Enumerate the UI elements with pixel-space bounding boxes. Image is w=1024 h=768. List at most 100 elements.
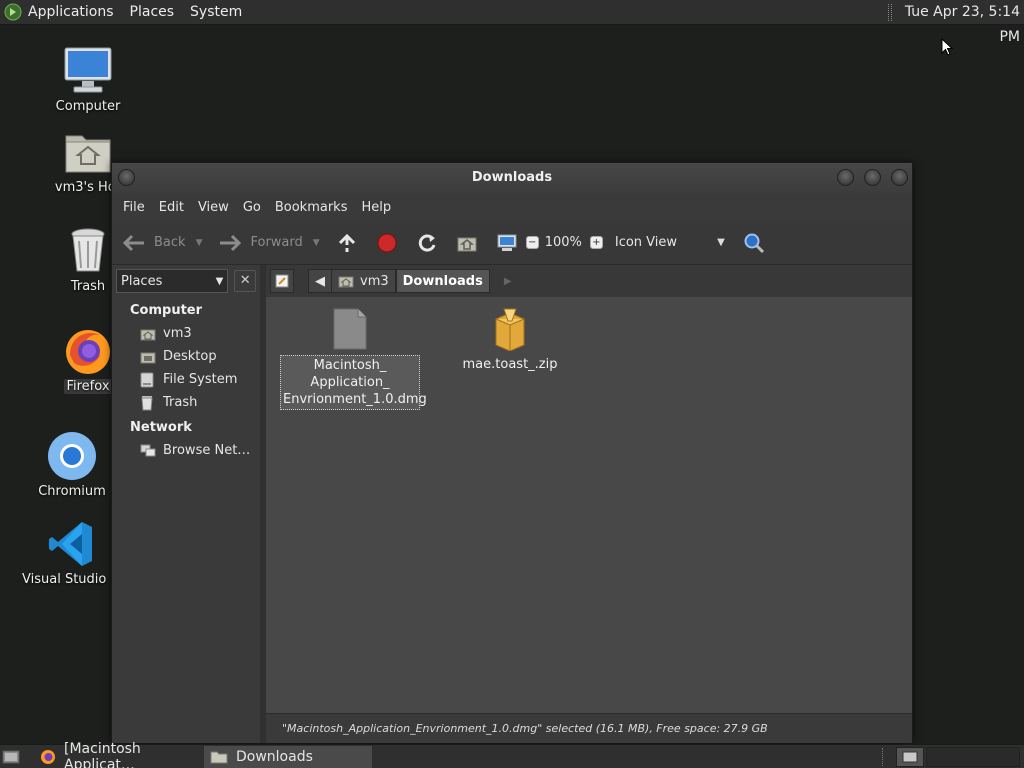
home-button[interactable]	[456, 232, 478, 254]
file-item-zip[interactable]: mae.toast_.zip	[440, 307, 580, 374]
path-button-vm3[interactable]: vm3	[331, 269, 396, 293]
desktop-icon-label: Computer	[55, 99, 121, 114]
firefox-icon	[40, 749, 56, 765]
zoom-out-button[interactable]: −	[525, 236, 539, 249]
computer-button[interactable]	[496, 232, 518, 254]
file-item-dmg[interactable]: Macintosh_ Application_ Envrionment_1.0.…	[280, 307, 427, 410]
system-menu[interactable]: System	[182, 0, 250, 25]
vscode-icon	[46, 518, 98, 570]
desktop-icon-label: Visual Studio Co	[22, 572, 122, 587]
sidebar-item-label: Browse Net…	[163, 443, 251, 458]
computer-icon	[497, 234, 517, 251]
back-history-dropdown-icon[interactable]: ▼	[196, 238, 203, 248]
panel-separator	[888, 4, 892, 21]
folder-icon	[210, 750, 228, 764]
desktop-icon-chromium[interactable]: Chromium	[22, 430, 122, 499]
window-titlebar[interactable]: Downloads	[112, 163, 912, 193]
toolbar: Back ▼ Forward ▼ − 100% + Icon View ▼	[112, 221, 912, 265]
forward-button[interactable]: Forward ▼	[218, 234, 320, 252]
sidebar-close-button[interactable]: ✕	[234, 270, 256, 292]
panel-separator	[882, 748, 885, 766]
places-menu[interactable]: Places	[122, 0, 183, 25]
desktop-icon-label: Chromium	[38, 484, 106, 499]
file-icon-view[interactable]: Macintosh_ Application_ Envrionment_1.0.…	[266, 297, 912, 721]
desktop-icon-computer[interactable]: Computer	[38, 45, 138, 114]
arrow-left-icon	[122, 234, 144, 251]
home-folder-icon	[338, 276, 354, 288]
toggle-location-entry-button[interactable]	[270, 269, 294, 293]
file-name: mae.toast_.zip	[462, 357, 558, 372]
menu-bookmarks[interactable]: Bookmarks	[268, 200, 355, 215]
close-button[interactable]	[891, 169, 908, 186]
home-folder-icon	[140, 326, 156, 342]
top-panel: Applications Places System Tue Apr 23, 5…	[0, 0, 1024, 45]
sidebar-item-file-system[interactable]: File System	[112, 368, 260, 391]
maximize-button[interactable]	[864, 169, 881, 186]
chevron-down-icon: ▼	[215, 275, 224, 287]
path-button-downloads[interactable]: Downloads	[395, 269, 490, 293]
minimize-button[interactable]	[837, 169, 854, 186]
stop-button[interactable]	[376, 232, 398, 254]
sidebar-item-desktop[interactable]: Desktop	[112, 345, 260, 368]
zoom-in-button[interactable]: +	[589, 236, 603, 249]
up-button[interactable]	[336, 232, 358, 254]
computer-icon	[62, 45, 114, 97]
menu-help[interactable]: Help	[354, 200, 398, 215]
menu-view[interactable]: View	[191, 200, 236, 215]
window-title: Downloads	[471, 170, 553, 185]
path-button-label: vm3	[360, 273, 389, 289]
window-menu-button[interactable]	[118, 169, 135, 186]
sidebar-item-vm3[interactable]: vm3	[112, 322, 260, 345]
path-scroll-left-button[interactable]: ◀	[308, 269, 331, 293]
chevron-down-icon: ▼	[717, 237, 725, 248]
clock[interactable]: Tue Apr 23, 5:14 PM	[896, 0, 1020, 45]
forward-label: Forward	[250, 235, 303, 250]
generic-file-icon	[333, 308, 367, 350]
menubar: File Edit View Go Bookmarks Help	[112, 193, 912, 221]
bottom-panel: [Macintosh Applicat… Downloads	[0, 741, 1024, 768]
search-button[interactable]	[743, 232, 765, 254]
chromium-icon	[46, 430, 98, 482]
menu-file[interactable]: File	[116, 200, 152, 215]
chevron-right-icon: ▶	[503, 275, 512, 287]
reload-button[interactable]	[416, 232, 438, 254]
sidebar-type-value: Places	[121, 273, 163, 289]
file-name-line: Application_	[310, 375, 390, 390]
trash-icon	[140, 395, 156, 411]
sidebar-item-label: vm3	[163, 326, 192, 341]
sidebar-type-select[interactable]: Places ▼	[116, 269, 229, 293]
forward-history-dropdown-icon[interactable]: ▼	[313, 238, 320, 248]
workspace-switcher-1[interactable]	[896, 747, 924, 767]
reload-icon	[418, 234, 436, 252]
sidebar-item-browse-network[interactable]: Browse Net…	[112, 439, 260, 462]
sidebar-item-label: Trash	[163, 395, 198, 410]
taskbar-item-downloads[interactable]: Downloads	[204, 745, 372, 768]
home-folder-icon	[62, 126, 114, 178]
workspace-switcher-2[interactable]	[926, 747, 1020, 767]
back-button[interactable]: Back ▼	[122, 234, 202, 252]
archive-icon	[495, 308, 525, 352]
menu-edit[interactable]: Edit	[152, 200, 191, 215]
sidebar-item-label: Desktop	[163, 349, 217, 364]
network-icon	[140, 443, 156, 459]
sidebar-item-trash[interactable]: Trash	[112, 391, 260, 414]
trash-icon	[62, 225, 114, 277]
sidebar-item-label: File System	[163, 372, 238, 387]
desktop-icon-vscode[interactable]: Visual Studio Co	[22, 518, 122, 587]
taskbar-item-firefox[interactable]: [Macintosh Applicat…	[34, 741, 202, 768]
path-scroll-right-button[interactable]: ▶	[504, 276, 512, 287]
home-folder-icon	[457, 237, 477, 251]
applications-menu-label: Applications	[28, 3, 114, 20]
edit-icon	[275, 274, 289, 288]
applications-menu[interactable]: Applications	[0, 0, 122, 25]
mate-logo-icon	[4, 3, 22, 21]
menu-go[interactable]: Go	[236, 200, 268, 215]
show-desktop-button[interactable]	[0, 746, 22, 768]
path-button-label: Downloads	[402, 273, 483, 289]
firefox-icon	[62, 325, 114, 377]
view-mode-select[interactable]: Icon View ▼	[615, 235, 725, 250]
sidebar: Places ▼ ✕ Computer vm3 Desktop File Sys…	[112, 265, 260, 743]
location-bar: ◀ vm3 Downloads ▶	[266, 265, 912, 297]
file-name-line: Macintosh_	[313, 358, 387, 373]
taskbar-item-label: [Macintosh Applicat…	[64, 740, 141, 768]
